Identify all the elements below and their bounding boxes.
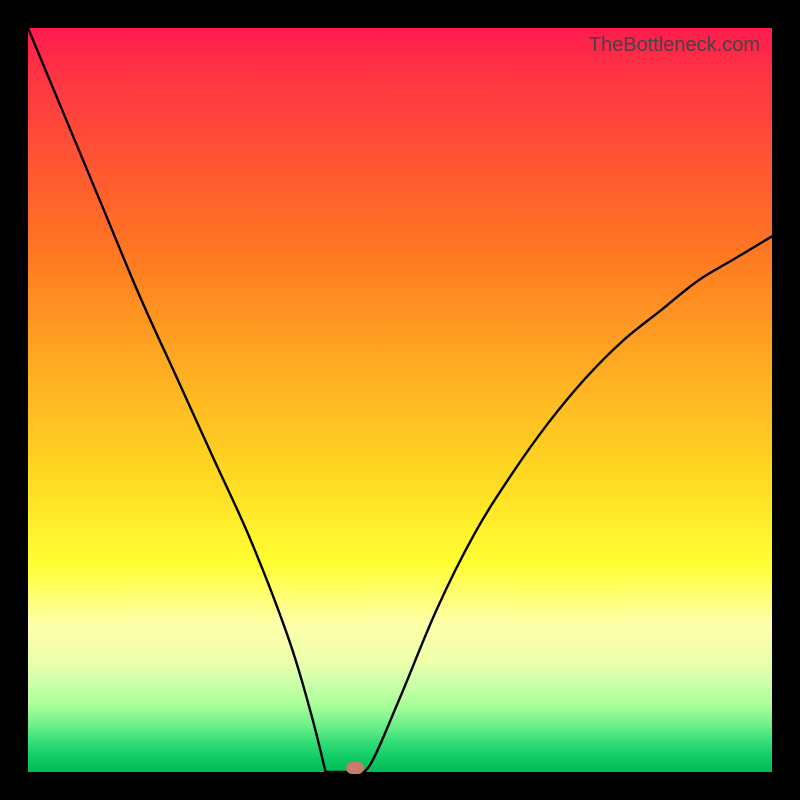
curve-svg bbox=[28, 28, 772, 772]
bottleneck-curve bbox=[28, 28, 772, 772]
optimal-marker bbox=[346, 762, 364, 774]
plot-area: TheBottleneck.com bbox=[28, 28, 772, 772]
chart-frame: TheBottleneck.com bbox=[0, 0, 800, 800]
